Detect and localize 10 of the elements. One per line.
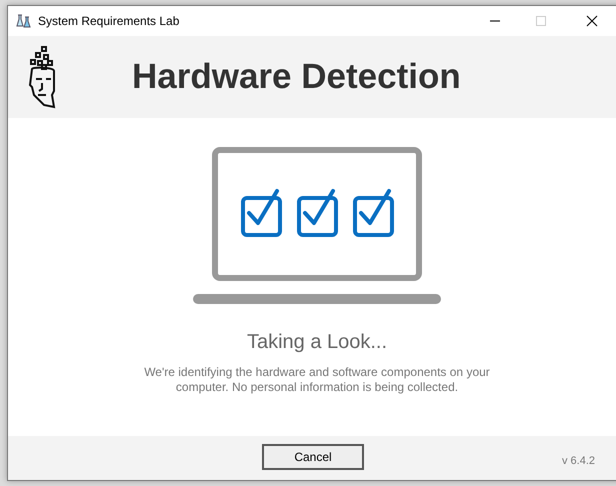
status-heading: Taking a Look... (246, 330, 388, 355)
maximize-icon (535, 15, 547, 27)
flask-icon (16, 14, 32, 28)
cancel-button[interactable]: Cancel (262, 444, 364, 470)
logo-icon (28, 45, 58, 109)
close-icon (586, 15, 598, 27)
page-title: Hardware Detection (132, 56, 461, 98)
version-label: v 6.4.2 (562, 454, 595, 469)
window-title: System Requirements Lab (38, 13, 180, 30)
status-message: We're identifying the hardware and software components on your computer. No personal information is being collected. (143, 365, 491, 395)
